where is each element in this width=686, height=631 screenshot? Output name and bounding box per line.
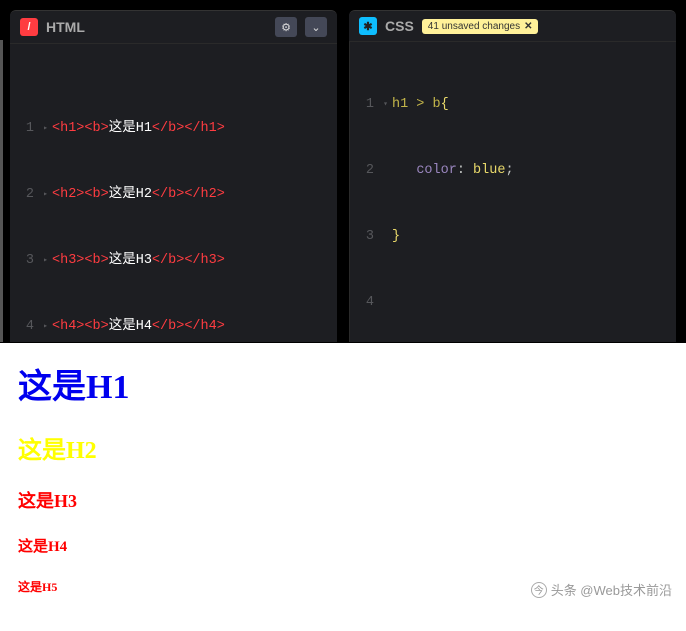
css-panel-title: CSS	[385, 18, 414, 34]
output-h1: 这是H1	[18, 359, 668, 408]
css-badge-icon: ✱	[359, 17, 377, 35]
settings-button[interactable]: ⚙	[275, 17, 297, 37]
html-panel-header: / HTML ⚙ ⌄	[10, 11, 337, 44]
close-icon[interactable]: ✕	[524, 21, 532, 32]
html-code-editor[interactable]: 1▸<h1><b>这是H1</b></h1> 2▸<h2><b>这是H2</b>…	[10, 44, 337, 342]
html-panel-title: HTML	[46, 19, 85, 35]
html-panel: / HTML ⚙ ⌄ 1▸<h1><b>这是H1</b></h1> 2▸<h2>…	[10, 10, 337, 342]
html-badge-icon: /	[20, 18, 38, 36]
watermark-icon: 今	[531, 582, 547, 598]
output-pane: 这是H1 这是H2 这是H3 这是H4 这是H5 今 头条 @Web技术前沿	[0, 342, 686, 631]
collapse-button[interactable]: ⌄	[305, 17, 327, 37]
editor-area: / HTML ⚙ ⌄ 1▸<h1><b>这是H1</b></h1> 2▸<h2>…	[0, 0, 686, 342]
output-h4: 这是H4	[18, 535, 668, 556]
gear-icon: ⚙	[281, 21, 291, 34]
output-h3: 这是H3	[18, 487, 668, 513]
output-h2: 这是H2	[18, 430, 668, 465]
watermark-text: 头条 @Web技术前沿	[551, 580, 672, 599]
css-panel: ✱ CSS 41 unsaved changes ✕ 1▾h1 > b{ 2 c…	[349, 10, 676, 342]
css-code-editor[interactable]: 1▾h1 > b{ 2 color: blue; 3} 4 5▾:where(h…	[349, 42, 676, 342]
chevron-down-icon: ⌄	[311, 21, 320, 34]
css-panel-header: ✱ CSS 41 unsaved changes ✕	[349, 11, 676, 42]
unsaved-text: 41 unsaved changes	[428, 21, 520, 32]
unsaved-changes-badge[interactable]: 41 unsaved changes ✕	[422, 19, 539, 34]
watermark: 今 头条 @Web技术前沿	[531, 580, 672, 599]
